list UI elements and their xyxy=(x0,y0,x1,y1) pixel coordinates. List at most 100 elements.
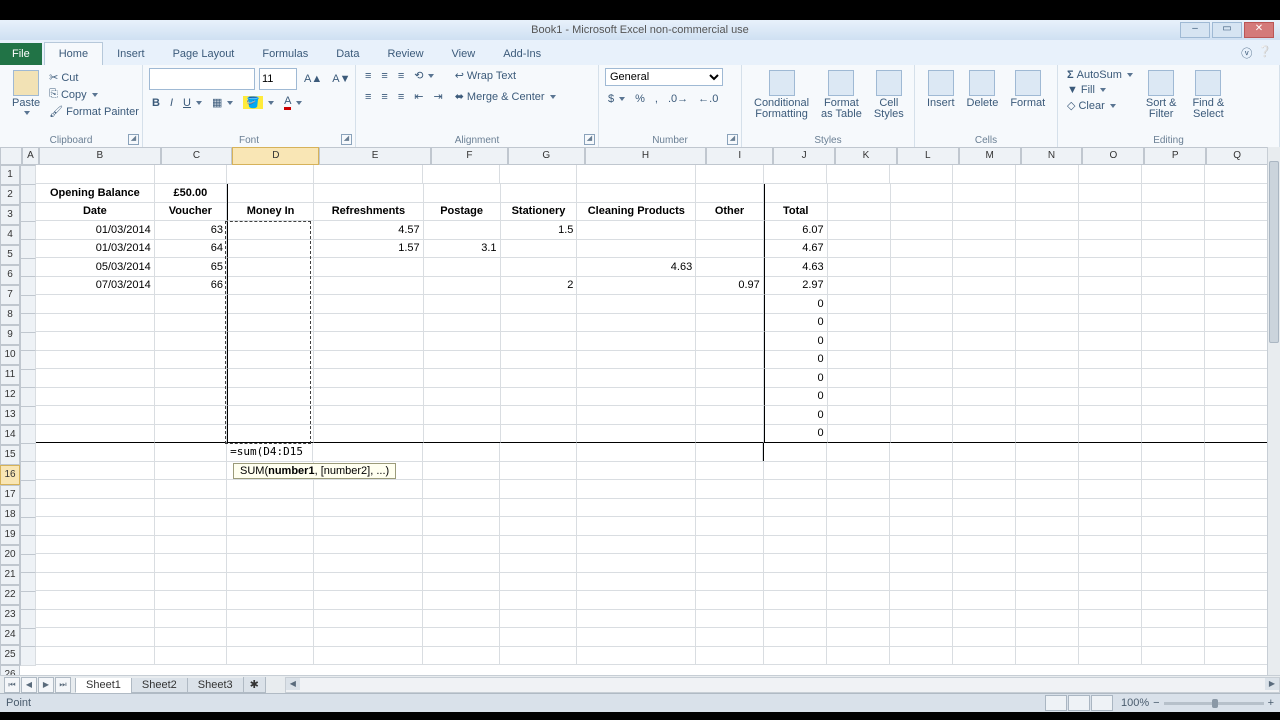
cell[interactable] xyxy=(424,295,501,314)
cell[interactable] xyxy=(155,313,227,332)
cell[interactable] xyxy=(424,350,501,369)
cell[interactable] xyxy=(1016,295,1079,314)
font-color-button[interactable]: A xyxy=(281,94,305,111)
cell[interactable] xyxy=(20,387,36,407)
cell[interactable] xyxy=(1205,184,1268,203)
cell[interactable] xyxy=(953,498,1016,517)
cell[interactable] xyxy=(577,276,696,295)
cell[interactable] xyxy=(36,591,155,610)
cell[interactable] xyxy=(891,295,954,314)
cell[interactable] xyxy=(828,332,891,351)
cell[interactable]: Postage xyxy=(424,202,501,221)
cell[interactable] xyxy=(1079,258,1142,277)
cell[interactable] xyxy=(953,295,1016,314)
cell[interactable] xyxy=(1079,221,1142,240)
cell[interactable] xyxy=(1079,406,1142,425)
tab-insert[interactable]: Insert xyxy=(103,43,159,65)
dialog-launcher-icon[interactable]: ◢ xyxy=(128,134,139,145)
cell[interactable]: 0 xyxy=(764,369,828,388)
cell[interactable] xyxy=(828,406,891,425)
align-left-icon[interactable]: ≡ xyxy=(362,90,374,104)
cell[interactable] xyxy=(764,572,827,591)
help-icon[interactable]: ❔ xyxy=(1258,45,1272,61)
cell[interactable] xyxy=(155,517,227,536)
cell[interactable] xyxy=(1142,424,1205,443)
cell[interactable] xyxy=(953,406,1016,425)
cell[interactable] xyxy=(696,572,764,591)
cell[interactable] xyxy=(1205,424,1268,443)
cell[interactable] xyxy=(1142,591,1205,610)
cell[interactable] xyxy=(423,646,500,665)
cell[interactable] xyxy=(1142,387,1205,406)
find-select-button[interactable]: Find & Select xyxy=(1186,68,1230,130)
cell[interactable]: 0 xyxy=(764,424,828,443)
cell[interactable] xyxy=(577,424,696,443)
cell[interactable] xyxy=(891,276,954,295)
cell[interactable] xyxy=(1142,165,1205,184)
decrease-decimal-icon[interactable]: ←.0 xyxy=(695,92,721,106)
cell[interactable] xyxy=(314,406,423,425)
cell[interactable] xyxy=(577,461,696,480)
cell[interactable] xyxy=(1079,332,1142,351)
cell[interactable] xyxy=(155,424,227,443)
cell[interactable] xyxy=(36,572,155,591)
cell[interactable] xyxy=(828,184,891,203)
cell[interactable] xyxy=(155,332,227,351)
cell[interactable] xyxy=(953,258,1016,277)
cell[interactable] xyxy=(890,591,953,610)
cell[interactable] xyxy=(764,480,827,499)
cell[interactable] xyxy=(155,165,227,184)
increase-indent-icon[interactable]: ⇥ xyxy=(430,89,445,104)
cell[interactable] xyxy=(1079,184,1142,203)
cell[interactable] xyxy=(1079,369,1142,388)
cell[interactable] xyxy=(36,350,155,369)
cell[interactable] xyxy=(764,498,827,517)
cell[interactable] xyxy=(1205,387,1268,406)
cell[interactable] xyxy=(1205,628,1268,647)
cell[interactable]: Other xyxy=(696,202,764,221)
cell[interactable] xyxy=(1079,535,1142,554)
cell[interactable] xyxy=(1016,498,1079,517)
cell[interactable] xyxy=(1142,609,1205,628)
maximize-button[interactable]: ▭ xyxy=(1212,22,1242,38)
font-size-select[interactable] xyxy=(259,68,297,90)
cell[interactable] xyxy=(828,258,891,277)
cell[interactable] xyxy=(500,498,577,517)
cell[interactable] xyxy=(501,332,578,351)
cell[interactable] xyxy=(890,517,953,536)
cell[interactable] xyxy=(828,276,891,295)
worksheet-area[interactable]: ABCDEFGHIJKLMNOPQ 1234567891011121314151… xyxy=(0,147,1280,676)
cell[interactable] xyxy=(227,387,314,406)
column-header[interactable]: C xyxy=(161,147,233,165)
cell[interactable] xyxy=(953,239,1016,258)
cell[interactable] xyxy=(1205,646,1268,665)
cell[interactable]: Refreshments xyxy=(314,202,423,221)
cell[interactable] xyxy=(1205,258,1268,277)
cell[interactable] xyxy=(314,609,424,628)
cell[interactable] xyxy=(1079,572,1142,591)
sheet-tab-sheet2[interactable]: Sheet2 xyxy=(131,678,188,693)
cell[interactable] xyxy=(1205,406,1268,425)
cell[interactable] xyxy=(1016,184,1079,203)
cell[interactable] xyxy=(313,443,423,462)
cell[interactable] xyxy=(1205,239,1268,258)
cell[interactable]: Opening Balance xyxy=(36,184,155,203)
cell[interactable] xyxy=(828,295,891,314)
cell[interactable] xyxy=(953,276,1016,295)
decrease-font-icon[interactable]: A▼ xyxy=(329,72,353,86)
page-layout-view-icon[interactable] xyxy=(1068,695,1090,711)
row-header[interactable]: 25 xyxy=(0,645,20,665)
cell[interactable] xyxy=(20,646,36,666)
row-header[interactable]: 1 xyxy=(0,165,20,185)
cell[interactable] xyxy=(314,424,423,443)
cell[interactable] xyxy=(890,480,953,499)
cell[interactable]: 65 xyxy=(155,258,227,277)
italic-button[interactable]: I xyxy=(167,96,176,110)
cell[interactable] xyxy=(36,313,155,332)
cell[interactable] xyxy=(424,387,501,406)
cell[interactable] xyxy=(763,443,827,462)
cell[interactable] xyxy=(953,165,1016,184)
align-center-icon[interactable]: ≡ xyxy=(378,90,390,104)
cell[interactable] xyxy=(423,628,500,647)
cell[interactable]: 1.5 xyxy=(501,221,578,240)
